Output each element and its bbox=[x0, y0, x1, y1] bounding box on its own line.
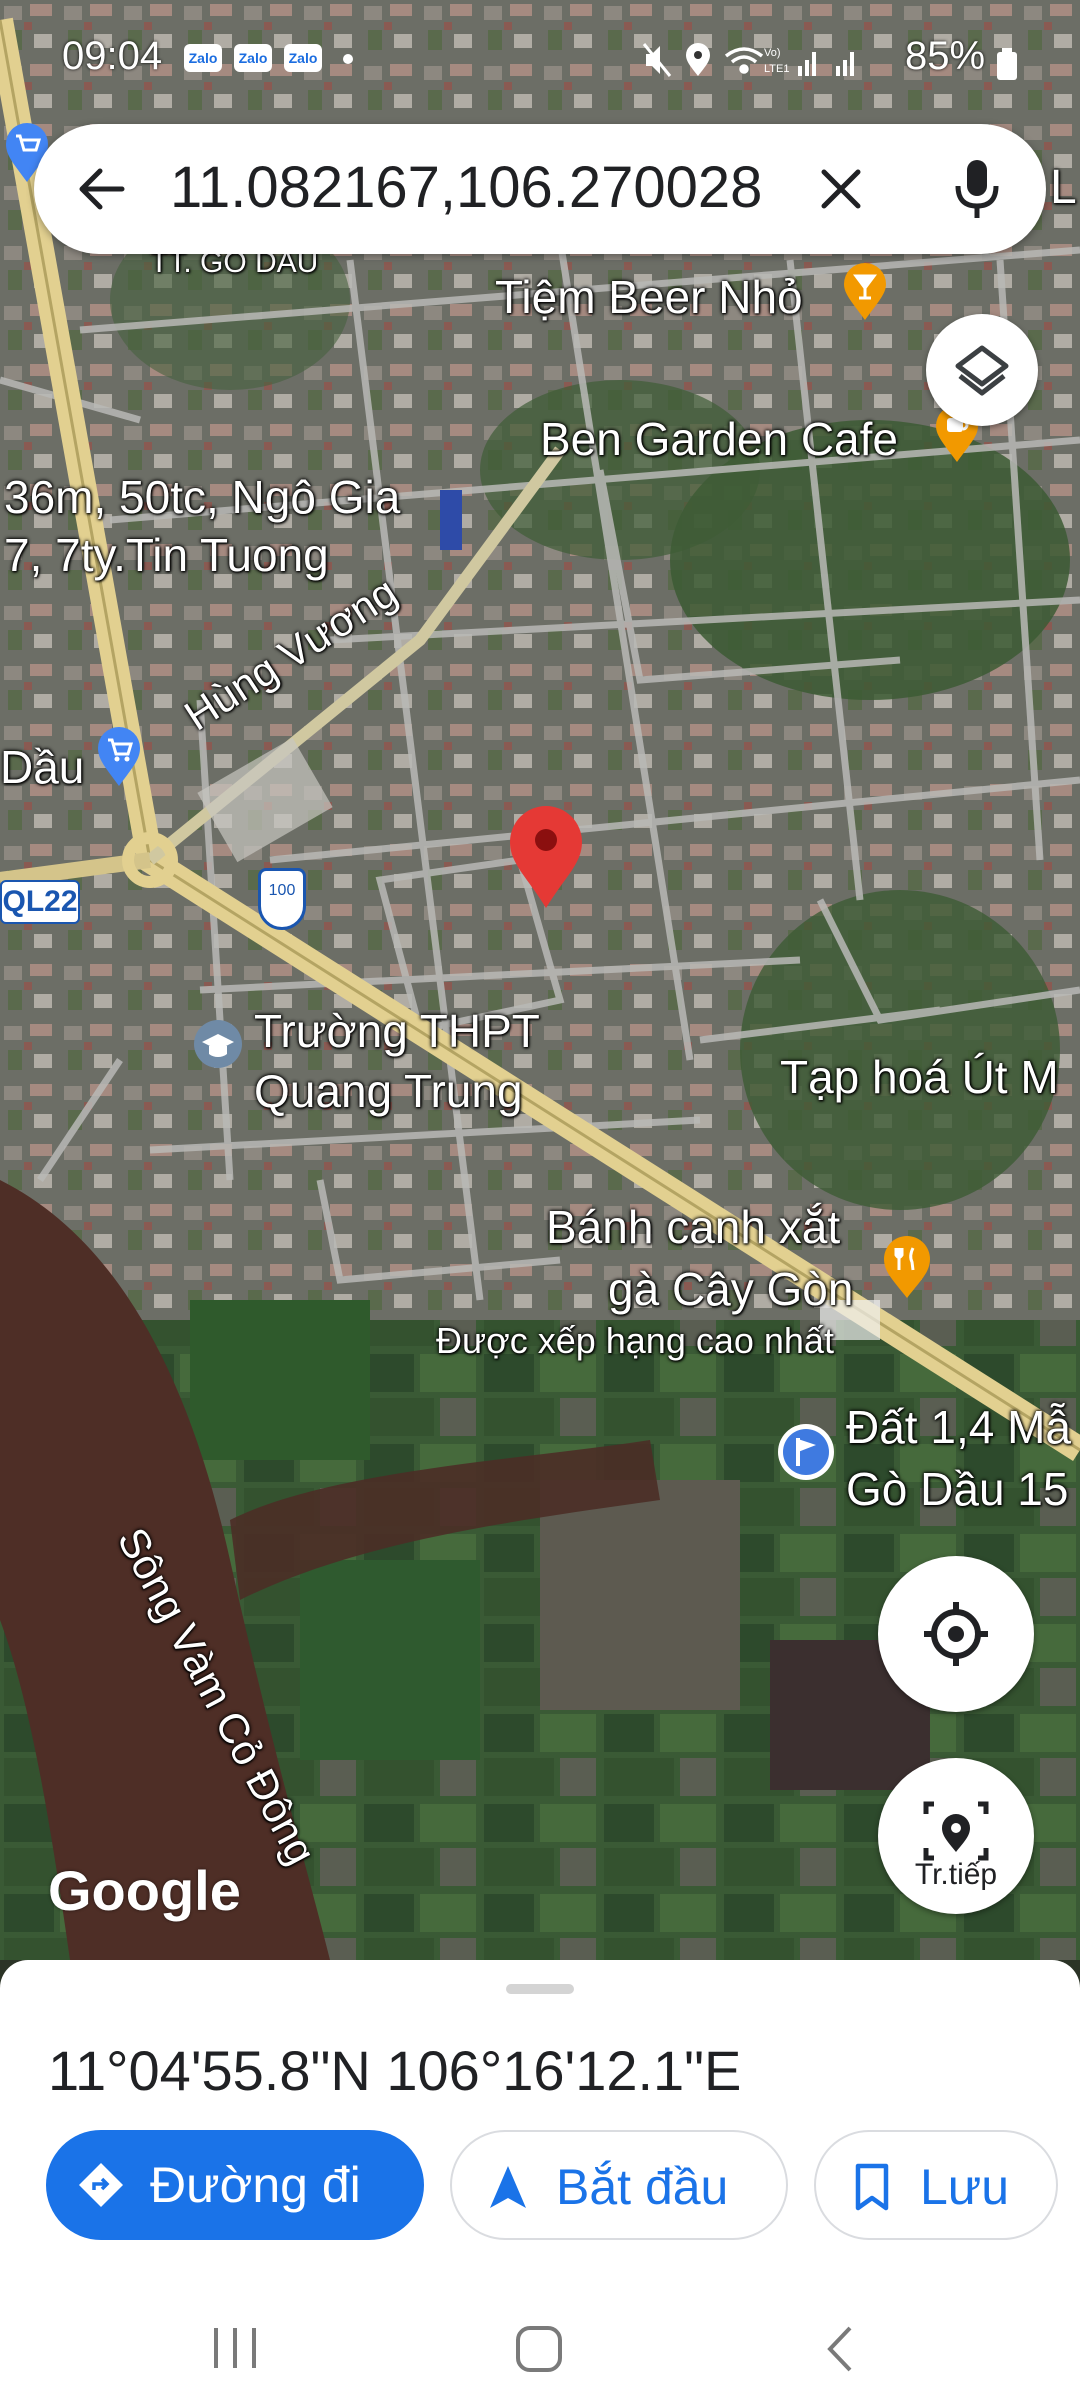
mute-icon bbox=[642, 43, 672, 77]
shopping-poi-icon[interactable] bbox=[96, 726, 142, 793]
search-bar[interactable]: 11.082167,106.270028 bbox=[34, 124, 1046, 254]
zalo-notification-icon: Zalo bbox=[234, 44, 272, 72]
battery-icon bbox=[997, 48, 1017, 80]
live-view-button[interactable]: Tr.tiếp bbox=[878, 1758, 1034, 1914]
label-dau: Dầu bbox=[0, 741, 85, 793]
route-100-shield: 100 bbox=[258, 868, 306, 930]
label-school-line1[interactable]: Trường THPT bbox=[254, 1004, 540, 1058]
status-time: 09:04 bbox=[62, 34, 163, 78]
start-label: Bắt đầu bbox=[556, 2159, 729, 2215]
zalo-notification-icon: Zalo bbox=[184, 44, 222, 72]
status-icons: Vo) LTE1 bbox=[642, 43, 854, 77]
svg-text:LTE1: LTE1 bbox=[764, 63, 789, 75]
label-tiem-beer-nho[interactable]: Tiệm Beer Nhỏ bbox=[495, 270, 803, 324]
notification-dot bbox=[343, 54, 353, 64]
back-icon[interactable] bbox=[820, 2324, 860, 2374]
wifi-icon bbox=[724, 47, 764, 74]
sheet-drag-handle[interactable] bbox=[506, 1984, 574, 1994]
satellite-map[interactable]: TT. GÒ DẦU Tiệm Beer Nhỏ Ben Garden Cafe… bbox=[0, 0, 1080, 1960]
layers-button[interactable] bbox=[926, 314, 1038, 426]
ql22-shield: QL22 bbox=[0, 880, 80, 924]
start-button[interactable]: Bắt đầu bbox=[450, 2130, 788, 2240]
arrow-back-icon[interactable] bbox=[72, 159, 132, 219]
directions-icon bbox=[79, 2163, 123, 2207]
label-dat-line2[interactable]: Gò Dầu 15 bbox=[846, 1462, 1068, 1516]
bar-poi-icon[interactable] bbox=[842, 262, 888, 327]
system-nav-bar bbox=[0, 2290, 1080, 2400]
location-pin-icon[interactable] bbox=[506, 802, 586, 917]
network-label: Vo) bbox=[764, 47, 781, 59]
label-dat-line1[interactable]: Đất 1,4 Mẫ bbox=[846, 1400, 1071, 1454]
close-icon[interactable] bbox=[816, 164, 866, 214]
search-input[interactable]: 11.082167,106.270028 bbox=[170, 154, 762, 221]
label-ben-garden-cafe[interactable]: Ben Garden Cafe bbox=[540, 412, 898, 466]
label-listing-line2[interactable]: 7, 7ty.Tin Tuong bbox=[4, 528, 329, 582]
label-rating: Được xếp hạng cao nhất bbox=[436, 1320, 834, 1361]
status-bar: 09:04 Zalo Zalo Zalo Vo) LTE1 85% bbox=[0, 0, 1080, 110]
directions-label: Đường đi bbox=[150, 2157, 361, 2213]
label-listing-line1[interactable]: 36m, 50tc, Ngô Gia bbox=[4, 470, 400, 524]
google-logo: Google bbox=[48, 1859, 241, 1922]
coordinates-title: 11°04'55.8"N 106°16'12.1"E bbox=[48, 2039, 742, 2102]
my-location-icon bbox=[924, 1602, 988, 1666]
label-tap-hoa[interactable]: Tạp hoá Út M bbox=[780, 1050, 1059, 1104]
label-school-line2[interactable]: Quang Trung bbox=[254, 1064, 523, 1118]
bookmark-icon bbox=[855, 2163, 889, 2211]
search-edge-text: L bbox=[1050, 161, 1077, 214]
signal-icon bbox=[798, 52, 816, 76]
flag-poi-icon[interactable] bbox=[776, 1422, 836, 1487]
zalo-notification-icon: Zalo bbox=[284, 44, 322, 72]
label-banh-canh-line2[interactable]: gà Cây Gòn bbox=[608, 1262, 853, 1316]
school-poi-icon[interactable] bbox=[192, 1018, 244, 1083]
live-view-label: Tr.tiếp bbox=[914, 1858, 998, 1891]
my-location-button[interactable] bbox=[878, 1556, 1034, 1712]
mic-icon[interactable] bbox=[952, 156, 1002, 222]
restaurant-poi-icon[interactable] bbox=[882, 1236, 932, 1305]
save-button[interactable]: Lưu bbox=[814, 2130, 1058, 2240]
location-icon bbox=[686, 43, 710, 76]
navigation-arrow-icon bbox=[490, 2166, 526, 2208]
save-label: Lưu bbox=[920, 2159, 1010, 2215]
directions-button[interactable]: Đường đi bbox=[46, 2130, 424, 2240]
label-banh-canh-line1[interactable]: Bánh canh xắt bbox=[546, 1200, 840, 1254]
recent-apps-icon[interactable] bbox=[210, 2326, 260, 2370]
home-icon[interactable] bbox=[514, 2324, 564, 2374]
signal-icon-2 bbox=[836, 52, 854, 76]
battery-percent: 85% bbox=[905, 34, 986, 78]
layers-icon bbox=[955, 345, 1009, 396]
